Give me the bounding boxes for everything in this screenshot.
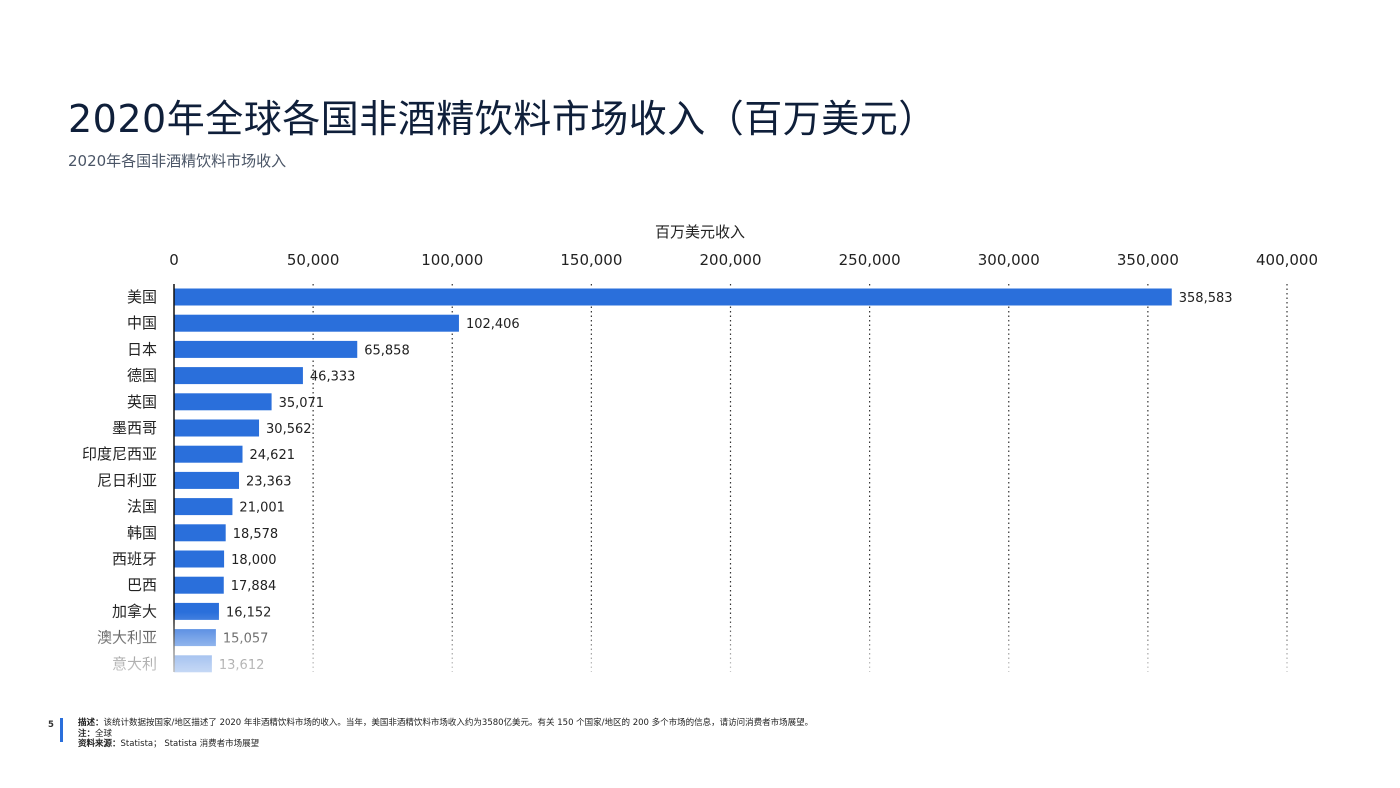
value-label: 13,612: [219, 658, 265, 673]
category-label: 西班牙: [112, 550, 157, 568]
value-label: 30,562: [266, 422, 312, 437]
bar-row: 澳大利亚 15,057: [97, 629, 268, 647]
bar-row: 印度尼西亚 24,621: [82, 445, 295, 463]
x-tick-label: 400,000: [1256, 251, 1318, 269]
bar: [174, 288, 1172, 306]
bar-chart: 百万美元收入 0 50,000 100,000 150,000 200,000 250,0…: [82, 223, 1318, 673]
bar-row: 美国 358,583: [127, 288, 1233, 306]
bar: [174, 340, 358, 358]
category-label: 意大利: [112, 655, 157, 673]
category-label: 韩国: [127, 524, 157, 542]
x-tick-label: 200,000: [699, 251, 761, 269]
x-tick-label: 0: [169, 251, 179, 269]
value-label: 358,583: [1179, 291, 1233, 306]
category-label: 英国: [127, 393, 157, 411]
value-label: 24,621: [250, 448, 296, 463]
value-label: 35,071: [279, 396, 325, 411]
bar-row: 英国 35,071: [127, 393, 324, 411]
value-label: 16,152: [226, 605, 271, 620]
x-tick-label: 250,000: [839, 251, 901, 269]
bar-row: 尼日利亚 23,363: [97, 471, 292, 489]
bar: [174, 655, 212, 673]
bar-row: 巴西 17,884: [127, 576, 276, 594]
x-axis-title: 百万美元收入: [655, 223, 745, 241]
bar: [174, 602, 219, 620]
x-tick-label: 300,000: [978, 251, 1040, 269]
category-label: 美国: [127, 288, 157, 306]
bar-row: 墨西哥 30,562: [112, 419, 312, 437]
footer-notes: 描述：该统计数据按国家/地区描述了 2020 年非酒精饮料市场的收入。当年，美国…: [78, 718, 978, 750]
value-label: 23,363: [246, 474, 292, 489]
grid-lines: [312, 284, 1288, 672]
bar-row: 日本 65,858: [127, 340, 410, 358]
value-label: 15,057: [223, 632, 269, 647]
bar-row: 西班牙 18,000: [112, 550, 277, 568]
bars: 美国 358,583 中国 102,406 日本 65,858 德国 46,333 英国 35,0…: [82, 288, 1233, 673]
category-label: 加拿大: [112, 602, 157, 620]
category-label: 中国: [127, 314, 157, 332]
x-axis-ticks: 0 50,000 100,000 150,000 200,000 250,000 300,0…: [169, 251, 1318, 269]
category-label: 德国: [127, 367, 157, 385]
category-label: 澳大利亚: [97, 629, 157, 647]
bar: [174, 550, 225, 568]
note-label: 注：: [78, 728, 96, 739]
x-tick-label: 350,000: [1117, 251, 1179, 269]
category-label: 墨西哥: [112, 419, 157, 437]
bar-row: 加拿大 16,152: [112, 602, 271, 620]
bar-row: 中国 102,406: [127, 314, 520, 332]
page-number: 5: [48, 720, 54, 730]
bar: [174, 367, 303, 385]
bar: [174, 419, 260, 437]
x-tick-label: 100,000: [421, 251, 483, 269]
category-label: 尼日利亚: [97, 471, 157, 489]
value-label: 21,001: [239, 501, 285, 516]
bar: [174, 498, 233, 516]
source-text: Statista； Statista 消费者市场展望: [120, 739, 260, 749]
category-label: 日本: [127, 340, 157, 358]
bar-row: 韩国 18,578: [127, 524, 278, 542]
value-label: 102,406: [466, 317, 520, 332]
bar: [174, 393, 272, 411]
bar: [174, 524, 226, 542]
description-text: 该统计数据按国家/地区描述了 2020 年非酒精饮料市场的收入。当年，美国非酒精…: [103, 718, 814, 728]
footer-accent-bar: [60, 718, 63, 742]
bar: [174, 629, 216, 647]
value-label: 46,333: [310, 370, 356, 385]
category-label: 法国: [127, 498, 157, 516]
bar-row: 意大利 13,612: [112, 655, 264, 673]
note-text: 全球: [95, 728, 113, 739]
category-label: 巴西: [127, 576, 157, 594]
bar: [174, 314, 459, 332]
source-label: 资料来源：: [78, 739, 121, 749]
bar: [174, 471, 240, 489]
value-label: 18,578: [233, 527, 279, 542]
value-label: 65,858: [364, 343, 410, 358]
bar: [174, 445, 243, 463]
value-label: 18,000: [231, 553, 277, 568]
x-tick-label: 150,000: [560, 251, 622, 269]
value-label: 17,884: [231, 579, 277, 594]
bar-row: 德国 46,333: [127, 367, 355, 385]
category-label: 印度尼西亚: [82, 445, 157, 463]
bar: [174, 576, 224, 594]
description-label: 描述：: [78, 718, 104, 728]
x-tick-label: 50,000: [287, 251, 340, 269]
bar-row: 法国 21,001: [127, 498, 285, 516]
